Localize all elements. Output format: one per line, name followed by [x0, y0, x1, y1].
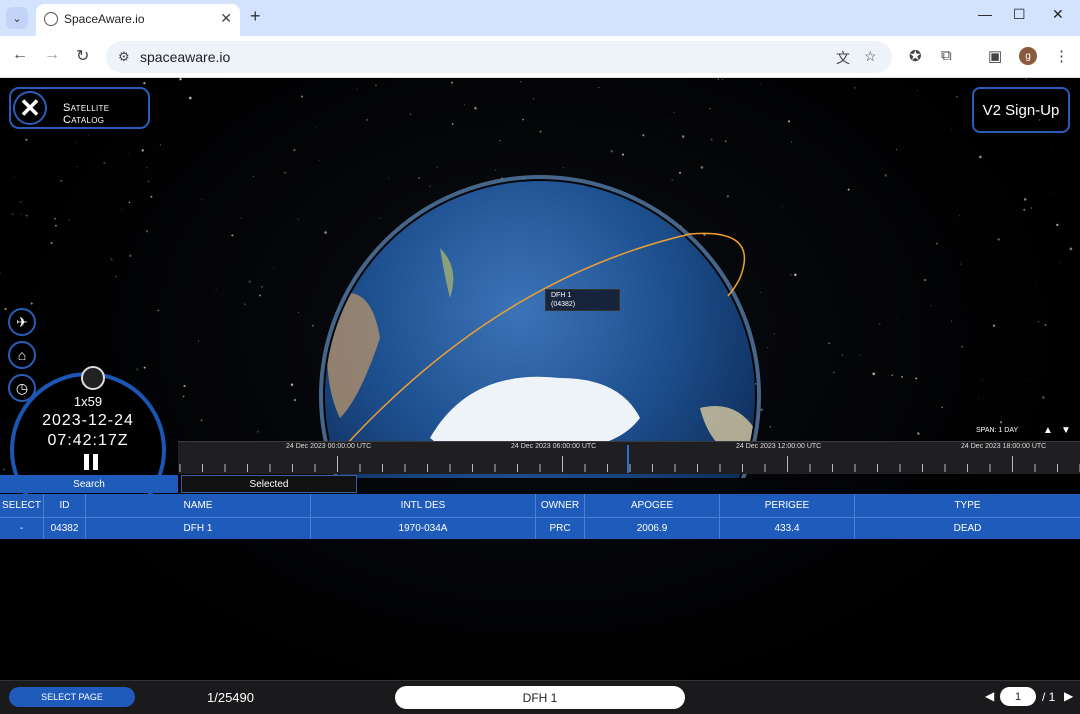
next-page-icon[interactable]: ▶ — [1064, 689, 1073, 703]
timeline[interactable]: 24 Dec 2023 00:00:00 UTC 24 Dec 2023 06:… — [178, 441, 1080, 474]
column-header-name[interactable]: NAME — [86, 494, 311, 517]
globe-viewport[interactable]: DFH 1 (04382) ✕ Satellite Catalog V2 Sig… — [0, 78, 1080, 714]
column-header-apogee[interactable]: APOGEE — [585, 494, 720, 517]
pagination-bar: SELECT PAGE 1/25490 DFH 1 ◀ 1 / 1 ▶ — [0, 680, 1080, 714]
column-header-owner[interactable]: OWNER — [536, 494, 585, 517]
globe-scene — [319, 175, 761, 478]
window-close-button[interactable]: ✕ — [1052, 6, 1064, 23]
cell-id: 04382 — [44, 518, 86, 539]
back-arrow-icon[interactable]: ← — [12, 46, 28, 64]
tooltip-name: DFH 1 — [551, 292, 572, 299]
search-input[interactable]: DFH 1 — [395, 686, 685, 709]
maximize-button[interactable]: ☐ — [1013, 6, 1026, 23]
close-icon[interactable]: ✕ — [220, 10, 232, 27]
satellite-icon[interactable]: ✈ — [8, 308, 36, 336]
cell-intl-des: 1970-034A — [311, 518, 536, 539]
table-row[interactable]: - 04382 DFH 1 1970-034A PRC 2006.9 433.4… — [0, 517, 1080, 539]
v2-signup-button[interactable]: V2 Sign-Up — [972, 87, 1070, 133]
sim-time: 07:42:17Z — [47, 432, 129, 449]
sim-date: 2023-12-24 — [42, 412, 134, 429]
cell-select[interactable]: - — [0, 518, 44, 539]
minimize-button[interactable]: — — [978, 6, 992, 22]
browser-chrome: ⌄ SpaceAware.io ✕ + — ☐ ✕ ← → ↻ ⚙ spacea… — [0, 0, 1080, 78]
page-total: / 1 — [1042, 690, 1056, 704]
satellite-tooltip[interactable]: DFH 1 (04382) — [545, 289, 620, 311]
timeline-label: 24 Dec 2023 18:00:00 UTC — [961, 443, 1047, 450]
timeline-label: 24 Dec 2023 06:00:00 UTC — [511, 443, 597, 450]
tab-strip: ⌄ SpaceAware.io ✕ + — ☐ ✕ — [0, 0, 1080, 36]
cell-name: DFH 1 — [86, 518, 311, 539]
home-icon[interactable]: ⌂ — [8, 341, 36, 369]
table-header-row: SELECT ID NAME INTL DES OWNER APOGEE PER… — [0, 494, 1080, 517]
catalog-label: Satellite Catalog — [63, 102, 110, 126]
timeline-label: 24 Dec 2023 00:00:00 UTC — [286, 443, 372, 450]
column-header-id[interactable]: ID — [44, 494, 86, 517]
prev-page-icon[interactable]: ◀ — [985, 689, 994, 703]
tab-search[interactable]: Search — [0, 475, 178, 493]
time-rate-knob[interactable] — [81, 366, 105, 390]
result-count: 1/25490 — [207, 690, 254, 705]
reload-icon[interactable]: ↻ — [76, 46, 89, 66]
satellite-table: SELECT ID NAME INTL DES OWNER APOGEE PER… — [0, 494, 1080, 539]
url-omnibox[interactable]: ⚙ spaceaware.io 文 ☆ — [106, 41, 892, 73]
address-bar: ← → ↻ ⚙ spaceaware.io 文 ☆ ✪ ⧉ ▣ ⋮ — [0, 36, 1080, 78]
select-page-button[interactable]: SELECT PAGE — [9, 687, 135, 707]
tooltip-id: (04382) — [551, 301, 576, 308]
avatar[interactable]: g — [1019, 47, 1037, 65]
page-number-input[interactable]: 1 — [1000, 687, 1036, 706]
column-header-intl-des[interactable]: INTL DES — [311, 494, 536, 517]
timeline-label: 24 Dec 2023 12:00:00 UTC — [736, 443, 822, 450]
timeline-span-label: SPAN: 1 DAY — [976, 427, 1019, 434]
zoom-out-icon[interactable]: ▼ — [1061, 425, 1071, 436]
tab-title: SpaceAware.io — [64, 12, 145, 26]
column-header-select[interactable]: SELECT — [0, 494, 44, 517]
cell-perigee: 433.4 — [720, 518, 855, 539]
new-tab-button[interactable]: + — [250, 6, 261, 27]
tab-selected[interactable]: Selected — [181, 475, 357, 493]
browser-tab[interactable]: SpaceAware.io ✕ — [36, 4, 240, 36]
pause-icon[interactable] — [84, 454, 100, 470]
cell-type: DEAD — [953, 523, 982, 534]
tab-search-menu-button[interactable]: ⌄ — [6, 7, 28, 29]
timeline-cursor[interactable] — [627, 445, 629, 473]
translate-icon[interactable]: 文 — [836, 48, 850, 68]
satellite-catalog-button[interactable]: ✕ Satellite Catalog — [9, 87, 150, 129]
results-tabs: Search Selected — [0, 475, 1080, 493]
cell-owner: PRC — [536, 518, 585, 539]
extension-icon[interactable]: ✪ — [909, 47, 922, 65]
column-header-perigee[interactable]: PERIGEE — [720, 494, 855, 517]
side-panel-icon[interactable]: ▣ — [988, 47, 1002, 65]
zoom-in-icon[interactable]: ▲ — [1043, 425, 1053, 436]
close-icon[interactable]: ✕ — [13, 91, 47, 125]
bookmark-star-icon[interactable]: ☆ — [864, 48, 877, 65]
site-settings-icon[interactable]: ⚙ — [118, 49, 130, 65]
time-rate: 1x59 — [73, 394, 103, 409]
column-header-type[interactable]: TYPE — [855, 494, 1080, 517]
puzzle-icon[interactable]: ⧉ — [941, 47, 952, 64]
timeline-ticks — [179, 456, 1080, 472]
forward-arrow-icon[interactable]: → — [44, 46, 60, 64]
cell-apogee: 2006.9 — [585, 518, 720, 539]
menu-kebab-icon[interactable]: ⋮ — [1054, 47, 1069, 65]
globe-icon — [44, 12, 58, 26]
url-text[interactable]: spaceaware.io — [140, 49, 230, 65]
